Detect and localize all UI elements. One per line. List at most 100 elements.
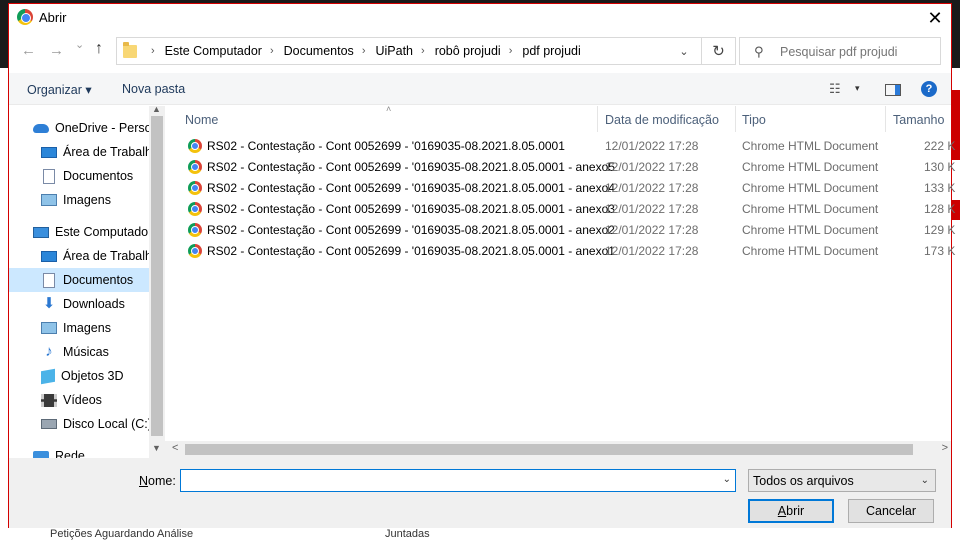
file-type: Chrome HTML Document: [742, 160, 879, 174]
column-header-size[interactable]: Tamanho: [893, 113, 944, 127]
nav-scrollbar-thumb[interactable]: [151, 116, 163, 436]
search-box[interactable]: ⚲: [739, 37, 941, 65]
file-type-selected: Todos os arquivos: [753, 474, 854, 488]
file-size: 129 K: [924, 223, 956, 237]
breadcrumb-separator[interactable]: ›: [270, 45, 274, 57]
chevron-down-icon[interactable]: ⌄: [723, 474, 731, 485]
network-icon: [33, 451, 49, 458]
help-icon[interactable]: ?: [921, 81, 937, 97]
column-header-date[interactable]: Data de modificação: [605, 113, 719, 127]
horizontal-scrollbar[interactable]: < >: [165, 441, 951, 458]
chevron-down-icon: ▾: [85, 83, 92, 97]
file-size: 173 K: [924, 244, 956, 258]
file-row[interactable]: RS02 - Contestação - Cont 0052699 - '016…: [185, 136, 955, 157]
column-divider[interactable]: [597, 106, 598, 132]
nav-item-label: Disco Local (C:): [63, 417, 149, 431]
file-row[interactable]: RS02 - Contestação - Cont 0052699 - '016…: [185, 178, 955, 199]
search-input[interactable]: [780, 45, 930, 59]
file-date: 12/01/2022 17:28: [605, 181, 699, 195]
view-options-icon[interactable]: ☷: [829, 81, 841, 97]
horizontal-scrollbar-thumb[interactable]: [185, 444, 913, 455]
nav-item-documents-selected[interactable]: Documentos: [9, 268, 149, 292]
refresh-button[interactable]: ↻: [702, 37, 736, 65]
music-icon: ♪: [45, 343, 53, 360]
nav-item-label: Imagens: [63, 321, 111, 335]
nav-item-documents[interactable]: Documentos: [9, 164, 149, 188]
column-divider[interactable]: [885, 106, 886, 132]
desktop-icon: [41, 250, 57, 262]
cancel-button[interactable]: Cancelar: [848, 499, 934, 523]
nav-item-3d-objects[interactable]: Objetos 3D: [9, 364, 149, 388]
breadcrumb-item[interactable]: robô projudi: [435, 44, 501, 58]
breadcrumb-separator[interactable]: ›: [362, 45, 366, 57]
disk-icon: [41, 419, 57, 429]
open-file-dialog: Abrir ✕ ← → ⌄ ↑ › Este Computador › Docu…: [8, 3, 955, 528]
close-button[interactable]: ✕: [919, 4, 951, 32]
nav-item-desktop[interactable]: Área de Trabalho: [9, 140, 149, 164]
scroll-down-icon[interactable]: ▼: [152, 443, 161, 453]
recent-locations-icon[interactable]: ⌄: [75, 38, 84, 51]
forward-arrow-icon[interactable]: →: [49, 42, 64, 59]
file-name-combobox[interactable]: ⌄: [180, 469, 736, 492]
breadcrumb-item[interactable]: Este Computador: [165, 44, 262, 58]
nav-item-this-pc[interactable]: Este Computador: [9, 220, 149, 244]
nav-item-images[interactable]: Imagens: [9, 316, 149, 340]
nav-item-local-disk[interactable]: Disco Local (C:): [9, 412, 149, 436]
file-type-select[interactable]: Todos os arquivos ⌄: [748, 469, 936, 492]
open-button[interactable]: Abrir: [748, 499, 834, 523]
file-size: 130 K: [924, 160, 956, 174]
file-type: Chrome HTML Document: [742, 202, 879, 216]
organize-button[interactable]: Organizar ▾: [27, 82, 92, 97]
back-arrow-icon[interactable]: ←: [21, 42, 36, 59]
scroll-left-icon[interactable]: <: [172, 442, 178, 454]
new-folder-button[interactable]: Nova pasta: [122, 82, 185, 96]
nav-scrollbar[interactable]: ▲ ▼: [149, 106, 165, 458]
breadcrumb-separator[interactable]: ›: [509, 45, 513, 57]
scroll-right-icon[interactable]: >: [942, 442, 948, 454]
chrome-html-file-icon: [188, 160, 202, 174]
nav-item-label: Objetos 3D: [61, 369, 124, 383]
file-date: 12/01/2022 17:28: [605, 223, 699, 237]
chevron-down-icon[interactable]: ▾: [855, 83, 860, 94]
column-header-type[interactable]: Tipo: [742, 113, 766, 127]
chrome-html-file-icon: [188, 223, 202, 237]
nav-item-onedrive[interactable]: OneDrive - Person: [9, 116, 149, 140]
sort-ascending-icon: ˄: [386, 104, 392, 114]
chrome-html-file-icon: [188, 181, 202, 195]
document-icon: [43, 272, 55, 288]
preview-pane-icon[interactable]: [885, 84, 901, 96]
nav-item-label: Este Computador: [55, 225, 149, 239]
nav-item-music[interactable]: ♪ Músicas: [9, 340, 149, 364]
breadcrumb-separator[interactable]: ›: [421, 45, 425, 57]
breadcrumb-item[interactable]: pdf projudi: [522, 44, 580, 58]
file-row[interactable]: RS02 - Contestação - Cont 0052699 - '016…: [185, 199, 955, 220]
up-folder-icon[interactable]: ↑: [95, 40, 103, 58]
file-type: Chrome HTML Document: [742, 139, 879, 153]
nav-item-network[interactable]: Rede: [9, 444, 149, 458]
column-header-name[interactable]: Nome: [185, 113, 218, 127]
address-bar[interactable]: › Este Computador › Documentos › UiPath …: [116, 37, 702, 65]
file-row[interactable]: RS02 - Contestação - Cont 0052699 - '016…: [185, 220, 955, 241]
chevron-down-icon[interactable]: ⌄: [667, 38, 701, 64]
chrome-html-file-icon: [188, 244, 202, 258]
nav-item-label: Área de Trabalho: [63, 249, 149, 263]
image-icon: [41, 322, 57, 334]
breadcrumb-item[interactable]: UiPath: [375, 44, 413, 58]
file-row[interactable]: RS02 - Contestação - Cont 0052699 - '016…: [185, 157, 955, 178]
nav-item-label: Músicas: [63, 345, 109, 359]
dialog-title: Abrir: [39, 10, 67, 25]
nav-item-downloads[interactable]: ⬇ Downloads: [9, 292, 149, 316]
breadcrumb-item[interactable]: Documentos: [284, 44, 354, 58]
nav-item-videos[interactable]: Vídeos: [9, 388, 149, 412]
image-icon: [41, 194, 57, 206]
nav-item-desktop[interactable]: Área de Trabalho: [9, 244, 149, 268]
scroll-up-icon[interactable]: ▲: [152, 106, 161, 114]
nav-item-label: Rede: [55, 449, 85, 458]
file-list-header: ˄ Nome Data de modificação Tipo Tamanho: [165, 104, 951, 132]
column-divider[interactable]: [735, 106, 736, 132]
nav-item-images[interactable]: Imagens: [9, 188, 149, 212]
file-name-input[interactable]: [184, 473, 704, 489]
file-row[interactable]: RS02 - Contestação - Cont 0052699 - '016…: [185, 241, 955, 262]
cancel-button-label: Cancelar: [865, 504, 917, 518]
search-icon: ⚲: [754, 44, 764, 59]
